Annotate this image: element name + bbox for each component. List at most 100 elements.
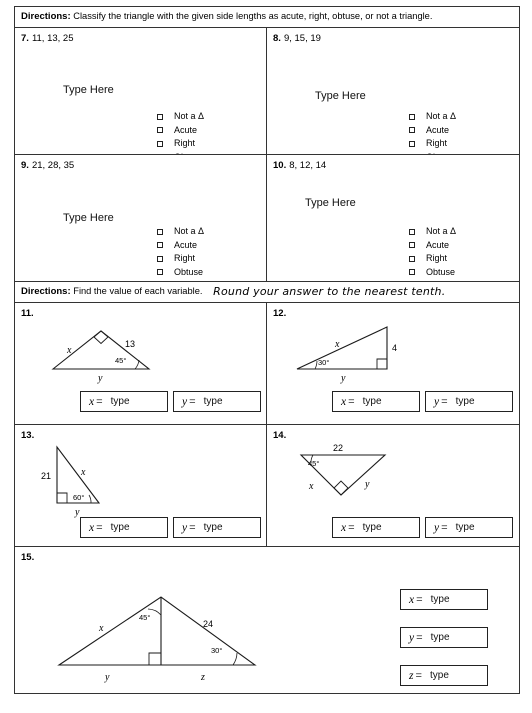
directions-classify-text: Classify the triangle with the given sid… (73, 11, 433, 21)
label-z-15: z (200, 672, 205, 683)
choice-10-right[interactable]: Right (409, 252, 456, 266)
variable-grid: 11. x 13 45° y x = type y = type 12. x 4… (15, 303, 519, 547)
type-here-8[interactable]: Type Here (315, 90, 366, 102)
empty-checkbox-icon[interactable] (157, 242, 163, 249)
answer-box-14-x[interactable]: x = type (332, 517, 420, 538)
problem-number-11: 11. (21, 308, 34, 319)
type-here-10[interactable]: Type Here (305, 197, 356, 209)
choice-label: Right (426, 138, 448, 148)
directions-classify: Directions: Classify the triangle with t… (15, 7, 519, 28)
problem-number-9: 9. 21, 28, 35 (21, 160, 75, 171)
choice-label: Acute (174, 239, 198, 250)
empty-checkbox-icon[interactable] (409, 113, 415, 120)
choice-label: Right (426, 253, 448, 263)
problem-cell-13: 13. 21 x 60° y x = type y = type (15, 425, 267, 547)
empty-checkbox-icon[interactable] (157, 140, 163, 147)
choice-list-7: Not a Δ Acute Right Obtuse (157, 110, 204, 154)
empty-checkbox-icon[interactable] (409, 255, 415, 262)
choice-10-acute[interactable]: Acute (409, 239, 456, 253)
problem-number-7: 7. 11, 13, 25 (21, 33, 74, 44)
answer-box-14-y[interactable]: y = type (425, 517, 513, 538)
figure-13: 21 x 60° y (37, 437, 157, 518)
choice-list-10: Not a Δ Acute Right Obtuse (409, 225, 456, 279)
problem-number-14: 14. (273, 430, 287, 441)
label-x-12: x (334, 339, 340, 350)
answer-box-15-x[interactable]: x = type (400, 589, 488, 610)
answer-box-15-z[interactable]: z = type (400, 665, 488, 686)
label-4-12: 4 (392, 343, 397, 353)
directions-variables: Directions: Find the value of each varia… (15, 282, 519, 303)
empty-checkbox-icon[interactable] (409, 228, 415, 235)
answer-box-12-y[interactable]: y = type (425, 391, 513, 412)
empty-checkbox-icon[interactable] (157, 228, 163, 235)
worksheet-page: Directions: Classify the triangle with t… (14, 6, 520, 694)
choice-label: Obtuse (426, 266, 456, 277)
empty-checkbox-icon[interactable] (157, 127, 163, 134)
problem-cell-12: 12. x 4 30° y x = type y = type (267, 303, 519, 425)
choice-7-right[interactable]: Right (157, 137, 204, 151)
label-y-11: y (97, 373, 103, 384)
label-45-14: 45° (308, 459, 319, 468)
empty-checkbox-icon[interactable] (157, 255, 163, 262)
choice-8-right[interactable]: Right (409, 137, 456, 151)
problem-cell-8: 8. 9, 15, 19 Type Here Not a Δ Acute Righ… (267, 28, 519, 155)
label-30-12: 30° (318, 358, 329, 367)
empty-checkbox-icon[interactable] (409, 269, 415, 276)
label-22-14: 22 (333, 443, 343, 453)
empty-checkbox-icon[interactable] (157, 269, 163, 276)
problem-cell-11: 11. x 13 45° y x = type y = type (15, 303, 267, 425)
choice-7-acute[interactable]: Acute (157, 124, 204, 138)
choice-label: Acute (426, 124, 450, 135)
handwritten-note: Round your answer to the nearest tenth. (213, 285, 446, 298)
choice-9-obtuse[interactable]: Obtuse (157, 266, 204, 280)
label-60-13: 60° (73, 493, 84, 502)
label-45-15: 45° (139, 613, 150, 622)
figure-12: x 4 30° y (287, 313, 417, 384)
choice-label: Not a Δ (426, 226, 457, 236)
choice-label: Not a Δ (174, 226, 205, 236)
answer-box-11-y[interactable]: y = type (173, 391, 261, 412)
type-here-7[interactable]: Type Here (63, 84, 114, 96)
empty-checkbox-icon[interactable] (409, 242, 415, 249)
choice-8-not-a-triangle[interactable]: Not a Δ (409, 110, 456, 124)
answer-box-15-y[interactable]: y = type (400, 627, 488, 648)
empty-checkbox-icon[interactable] (157, 113, 163, 120)
directions-variables-text: Find the value of each variable. (73, 286, 203, 296)
answer-box-11-x[interactable]: x = type (80, 391, 168, 412)
problem-number-13: 13. (21, 430, 35, 441)
answer-box-13-x[interactable]: x = type (80, 517, 168, 538)
empty-checkbox-icon[interactable] (409, 127, 415, 134)
label-x-11: x (66, 345, 72, 356)
empty-checkbox-icon[interactable] (409, 140, 415, 147)
label-21-13: 21 (41, 471, 51, 481)
choice-7-not-a-triangle[interactable]: Not a Δ (157, 110, 204, 124)
choice-10-not-a-triangle[interactable]: Not a Δ (409, 225, 456, 239)
problem-cell-15: 15. x 45° 24 30° y z x = type y = type z… (15, 547, 519, 713)
choice-9-acute[interactable]: Acute (157, 239, 204, 253)
directions-label: Directions: (21, 286, 71, 297)
choice-label: Not a Δ (174, 111, 205, 121)
label-y-15: y (104, 672, 110, 683)
choice-label: Not a Δ (426, 111, 457, 121)
answer-box-13-y[interactable]: y = type (173, 517, 261, 538)
problem-cell-14: 14. 22 45° x y x = type y = type (267, 425, 519, 547)
choice-9-not-a-triangle[interactable]: Not a Δ (157, 225, 204, 239)
choice-label: Right (174, 253, 196, 263)
problem-cell-10: 10. 8, 12, 14 Type Here Not a Δ Acute Rig… (267, 155, 519, 282)
label-45-11: 45° (115, 356, 126, 365)
label-y-14: y (364, 479, 370, 490)
type-here-9[interactable]: Type Here (63, 212, 114, 224)
choice-9-right[interactable]: Right (157, 252, 204, 266)
problem-number-10: 10. 8, 12, 14 (273, 160, 327, 171)
label-x-13: x (80, 467, 86, 478)
label-x-14: x (308, 481, 314, 492)
answer-box-12-x[interactable]: x = type (332, 391, 420, 412)
label-24-15: 24 (203, 619, 213, 629)
choice-10-obtuse[interactable]: Obtuse (409, 266, 456, 280)
problem-number-8: 8. 9, 15, 19 (273, 33, 321, 44)
figure-14: 22 45° x y (289, 441, 419, 511)
choice-8-acute[interactable]: Acute (409, 124, 456, 138)
choice-label: Right (174, 138, 196, 148)
classification-grid: 7. 11, 13, 25 Type Here Not a Δ Acute Rig… (15, 28, 519, 282)
label-x-15: x (98, 623, 104, 634)
